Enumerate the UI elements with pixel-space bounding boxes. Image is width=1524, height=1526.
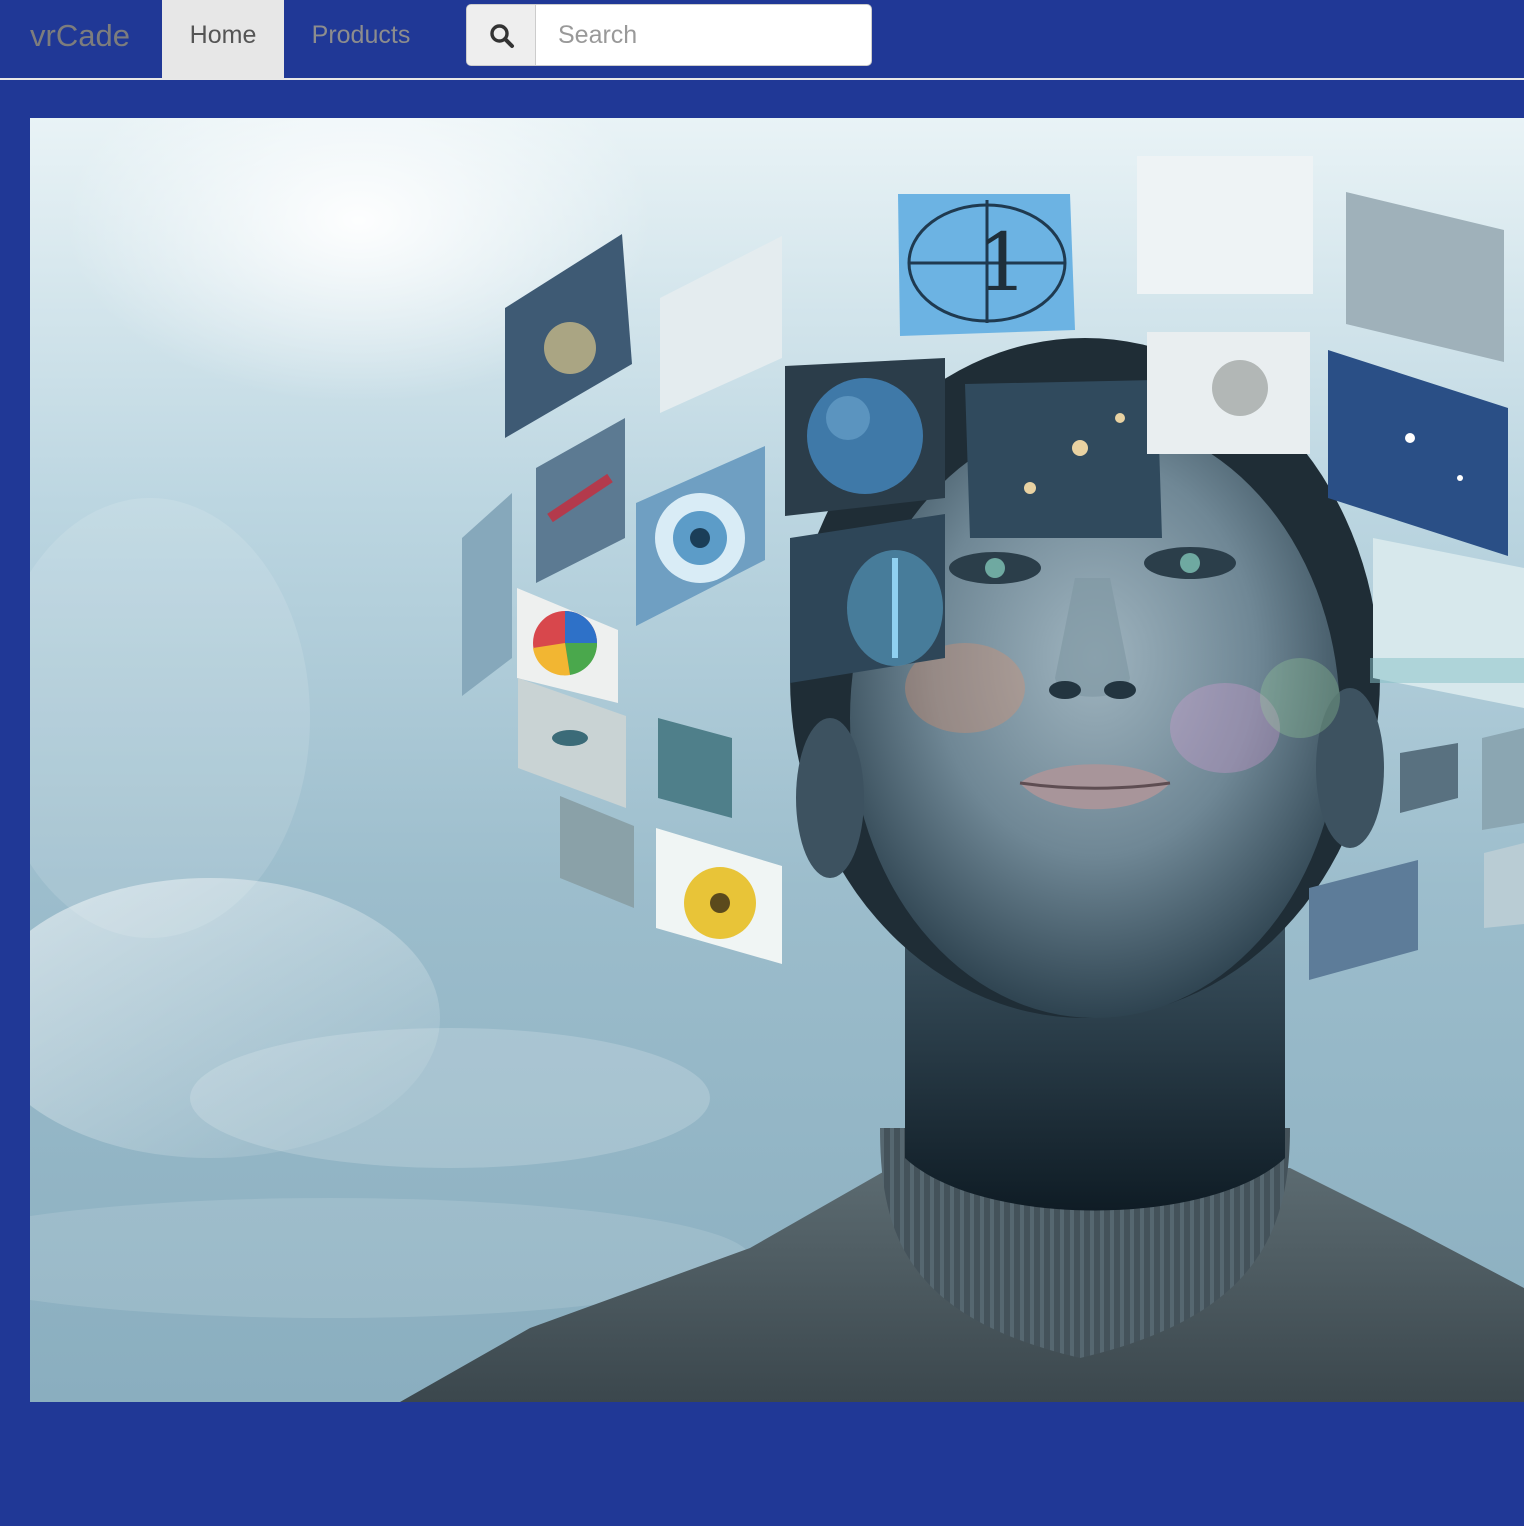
search-form: [466, 4, 872, 66]
hero-illustration: 1: [30, 156, 1524, 1402]
search-button[interactable]: [467, 5, 536, 65]
search-input[interactable]: [537, 5, 871, 65]
nav-products-link[interactable]: Products: [284, 0, 438, 79]
hero-image: 1: [30, 118, 1524, 1402]
search-icon: [490, 24, 514, 48]
nav-home-link[interactable]: Home: [162, 0, 284, 79]
svg-text:1: 1: [977, 216, 1028, 309]
navbar: vrCade Home Products: [0, 0, 1524, 80]
brand-link[interactable]: vrCade: [30, 17, 130, 55]
